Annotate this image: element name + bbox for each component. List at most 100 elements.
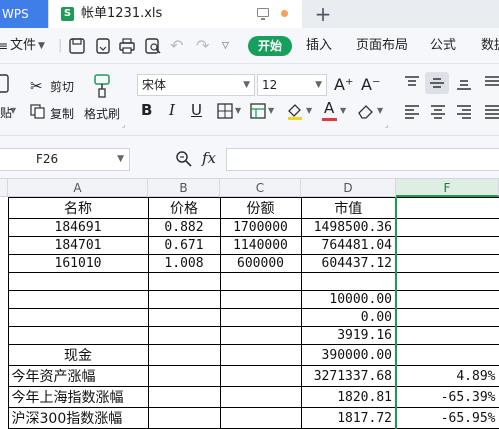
redo-icon[interactable]: ↷ bbox=[196, 28, 209, 64]
eraser-icon[interactable] bbox=[357, 103, 375, 119]
cell-f[interactable]: -65.39% bbox=[395, 386, 499, 408]
zoom-icon[interactable] bbox=[175, 150, 193, 168]
cell-b[interactable] bbox=[147, 272, 221, 291]
font-color-button[interactable]: A bbox=[324, 99, 334, 117]
cell-b[interactable]: 0.671 bbox=[147, 236, 221, 255]
cell-f[interactable] bbox=[395, 272, 499, 291]
column-header-a[interactable]: A bbox=[8, 179, 148, 197]
cell-a[interactable] bbox=[7, 290, 149, 309]
monitor-icon[interactable] bbox=[257, 8, 269, 20]
format-painter-icon[interactable] bbox=[92, 73, 112, 99]
border-chevron-icon[interactable]: ▼ bbox=[235, 106, 241, 115]
align-middle-button[interactable] bbox=[425, 72, 449, 94]
cell-f[interactable]: -65.95% bbox=[395, 407, 499, 429]
tab-start[interactable]: 开始 bbox=[248, 36, 292, 56]
cell-c[interactable] bbox=[219, 326, 302, 345]
cell-d[interactable]: 3919.16 bbox=[300, 326, 397, 345]
formula-input[interactable] bbox=[226, 148, 499, 171]
cell-style-chevron-icon[interactable]: ▼ bbox=[268, 106, 274, 115]
cell-a[interactable] bbox=[7, 326, 149, 345]
cell-d[interactable]: 3271337.68 bbox=[300, 365, 397, 387]
cell-f[interactable] bbox=[395, 344, 499, 366]
cell-header-price[interactable]: 价格 bbox=[147, 197, 221, 219]
wps-home-tab[interactable]: WPS bbox=[0, 0, 48, 28]
font-name-select[interactable]: 宋体 ▼ bbox=[137, 74, 255, 96]
cell-c[interactable]: 600000 bbox=[219, 254, 302, 273]
wrap-text-icon[interactable] bbox=[484, 76, 499, 90]
cell-f[interactable] bbox=[395, 236, 499, 255]
print-preview-icon[interactable] bbox=[144, 37, 162, 55]
fill-color-icon[interactable] bbox=[286, 102, 304, 120]
fill-color-chevron-icon[interactable]: ▼ bbox=[306, 106, 312, 115]
cell-c[interactable] bbox=[219, 407, 302, 429]
cell-header-name[interactable]: 名称 bbox=[7, 197, 149, 219]
eraser-chevron-icon[interactable]: ▼ bbox=[377, 106, 383, 115]
cell-c[interactable] bbox=[219, 308, 302, 327]
cell-c[interactable]: 1700000 bbox=[219, 218, 302, 237]
cell-d[interactable]: 604437.12 bbox=[300, 254, 397, 273]
cell-header-shares[interactable]: 份额 bbox=[219, 197, 302, 219]
file-tab[interactable]: S 帐单1231.xls bbox=[48, 0, 302, 28]
cell-a[interactable] bbox=[7, 308, 149, 327]
cell-f[interactable] bbox=[395, 254, 499, 273]
cell-f[interactable] bbox=[395, 326, 499, 345]
cell-b[interactable] bbox=[147, 290, 221, 309]
cell-b[interactable] bbox=[147, 344, 221, 366]
clipboard-expand-icon[interactable]: ⌟ bbox=[122, 121, 125, 129]
align-bottom-icon[interactable] bbox=[456, 76, 472, 90]
paste-chevron-icon[interactable]: ▼ bbox=[10, 106, 16, 115]
cell-style-icon[interactable] bbox=[250, 103, 266, 119]
align-top-icon[interactable] bbox=[404, 76, 420, 90]
cell-c[interactable]: 1140000 bbox=[219, 236, 302, 255]
justify-icon[interactable] bbox=[484, 105, 499, 119]
cell-a[interactable]: 184691 bbox=[7, 218, 149, 237]
cell-d[interactable]: 0.00 bbox=[300, 308, 397, 327]
cell-a[interactable]: 沪深300指数涨幅 bbox=[7, 407, 149, 429]
tab-page-layout[interactable]: 页面布局 bbox=[356, 28, 408, 64]
cell-d[interactable] bbox=[300, 272, 397, 291]
column-header-f[interactable]: F bbox=[396, 179, 499, 197]
name-box[interactable]: F26 ▼ bbox=[0, 148, 130, 171]
format-painter-button[interactable]: 格式刷 bbox=[84, 105, 120, 122]
tab-data[interactable]: 数据 bbox=[481, 28, 499, 64]
cell-header-market-value[interactable]: 市值 bbox=[300, 197, 397, 219]
grow-font-button[interactable]: A⁺ bbox=[334, 75, 353, 94]
copy-icon[interactable] bbox=[30, 104, 45, 119]
cell-d[interactable]: 10000.00 bbox=[300, 290, 397, 309]
cell-b[interactable]: 1.008 bbox=[147, 254, 221, 273]
cell-c[interactable] bbox=[219, 386, 302, 408]
chevron-down-icon[interactable]: ▼ bbox=[38, 28, 45, 64]
cell-d[interactable]: 764481.04 bbox=[300, 236, 397, 255]
cell-f[interactable]: 4.89% bbox=[395, 365, 499, 387]
paste-icon[interactable] bbox=[0, 72, 10, 94]
cell-a[interactable]: 161010 bbox=[7, 254, 149, 273]
copy-button[interactable]: 复制 bbox=[50, 105, 74, 122]
cell-b[interactable] bbox=[147, 326, 221, 345]
column-header-b[interactable]: B bbox=[148, 179, 220, 197]
file-menu[interactable]: 文件 bbox=[10, 28, 36, 64]
cell-c[interactable] bbox=[219, 272, 302, 291]
align-left-icon[interactable] bbox=[404, 105, 420, 119]
cell-d[interactable]: 1498500.36 bbox=[300, 218, 397, 237]
export-icon[interactable] bbox=[94, 37, 112, 55]
quick-access-chevron-icon[interactable]: ▽ bbox=[222, 28, 229, 64]
cell-a[interactable] bbox=[7, 272, 149, 291]
italic-button[interactable]: I bbox=[169, 101, 175, 119]
cell-b[interactable] bbox=[147, 407, 221, 429]
column-header-c[interactable]: C bbox=[220, 179, 301, 197]
font-expand-icon[interactable]: ⌟ bbox=[385, 121, 388, 129]
cut-button[interactable]: 剪切 bbox=[50, 78, 74, 95]
cell-d[interactable]: 390000.00 bbox=[300, 344, 397, 366]
cell-f[interactable] bbox=[395, 290, 499, 309]
tab-insert[interactable]: 插入 bbox=[306, 28, 332, 64]
cell-c[interactable] bbox=[219, 344, 302, 366]
bold-button[interactable]: B bbox=[141, 101, 152, 119]
cell-b[interactable] bbox=[147, 386, 221, 408]
cell-c[interactable] bbox=[219, 365, 302, 387]
print-icon[interactable] bbox=[118, 37, 136, 55]
save-icon[interactable] bbox=[68, 37, 86, 55]
hamburger-icon[interactable]: ≡ bbox=[0, 28, 8, 64]
cell-d[interactable]: 1820.81 bbox=[300, 386, 397, 408]
cell-a[interactable]: 今年资产涨幅 bbox=[7, 365, 149, 387]
shrink-font-button[interactable]: A⁻ bbox=[361, 75, 380, 94]
